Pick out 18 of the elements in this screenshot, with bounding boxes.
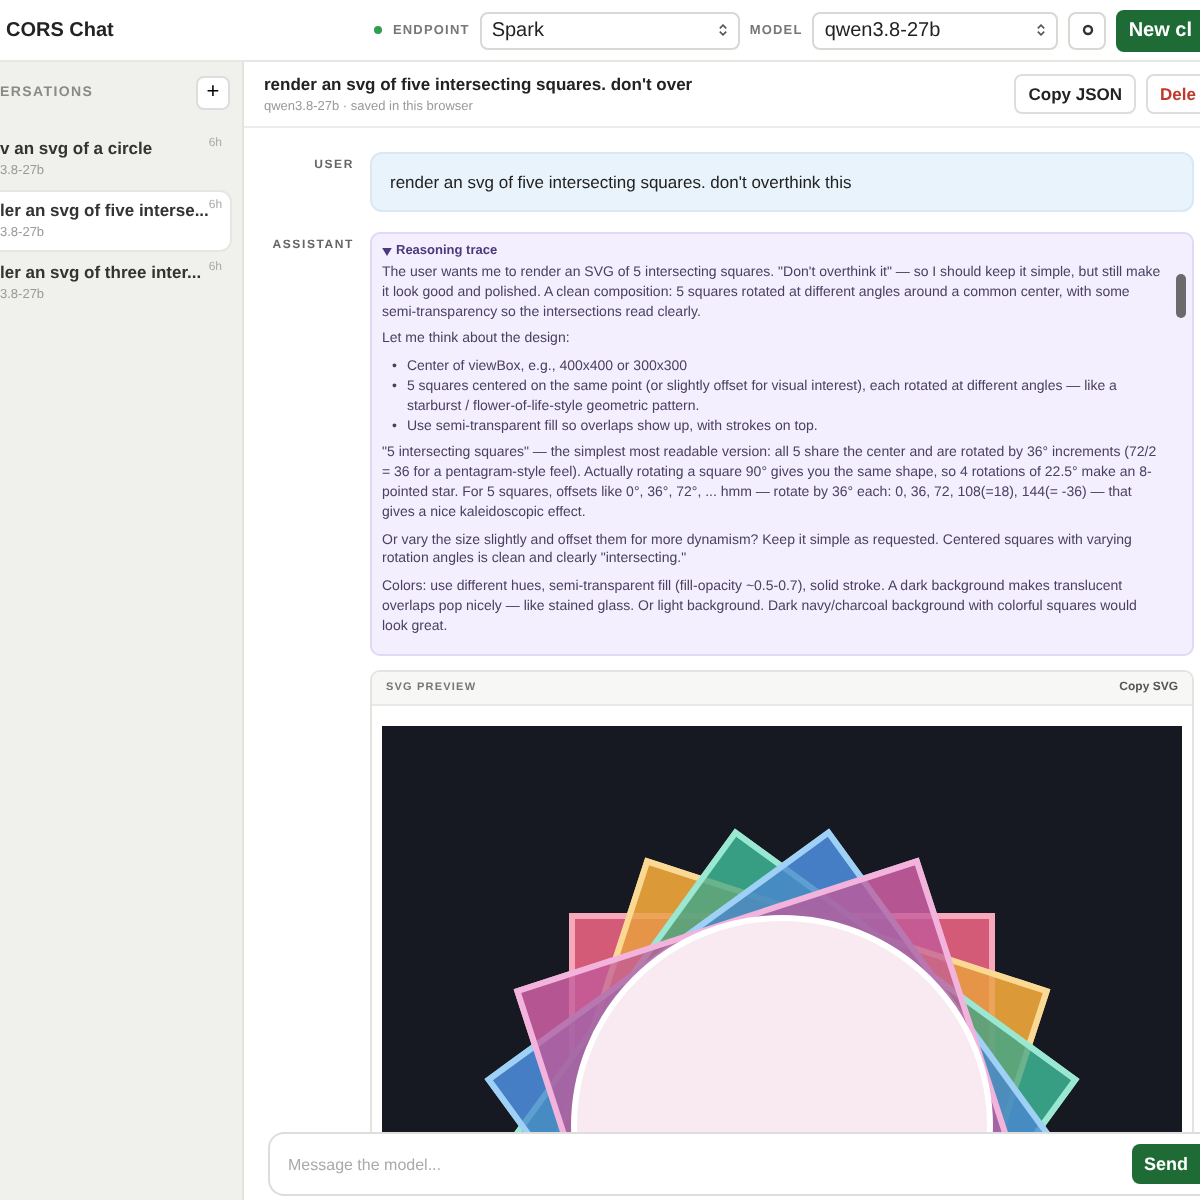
add-button[interactable]: + (196, 76, 230, 110)
status-dot (374, 26, 383, 34)
chevron-icon (717, 22, 728, 38)
delete-button[interactable]: Dele (1146, 74, 1200, 114)
circle-icon (1081, 24, 1094, 36)
settings-button[interactable] (1068, 11, 1107, 49)
caret-icon (382, 247, 392, 255)
user-message: render an svg of five intersecting squares. don't overthink this (370, 152, 1194, 212)
app-title: CORS Chat (6, 19, 114, 41)
chevron-icon (1036, 22, 1047, 38)
send-button[interactable]: Send (1131, 1144, 1200, 1184)
scrollbar-thumb[interactable] (1176, 274, 1186, 318)
endpoint-select[interactable]: Spark (479, 11, 740, 49)
conversation-title: render an svg of five intersecting squares. don't over (264, 74, 695, 94)
message-field[interactable]: Message the model... Send (268, 1132, 1200, 1196)
new-chat-button[interactable]: New cl (1116, 9, 1200, 51)
model-select[interactable]: qwen3.8-27b (812, 11, 1059, 49)
copy-json-button[interactable]: Copy JSON (1014, 74, 1137, 114)
